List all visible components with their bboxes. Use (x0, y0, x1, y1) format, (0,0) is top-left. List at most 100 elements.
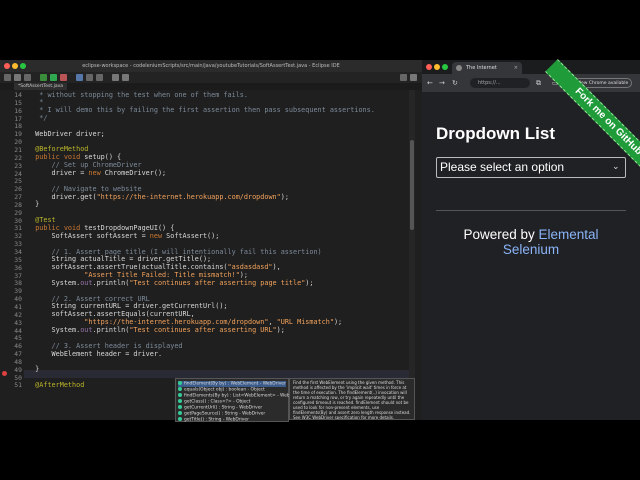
forward-arrow-icon[interactable]: → (439, 79, 445, 87)
eclipse-title-bar: eclipse-workspace - codeleniumScripts/sr… (0, 60, 422, 72)
minimize-window-button[interactable] (12, 63, 18, 69)
close-tab-icon[interactable]: × (514, 62, 518, 74)
close-window-button[interactable] (426, 64, 432, 70)
code-line[interactable]: // Set up ChromeDriver (27, 161, 142, 169)
favicon-icon (456, 65, 462, 71)
code-line[interactable]: */ (27, 114, 47, 122)
code-line[interactable]: driver.get("https://the-internet.herokua… (27, 193, 289, 201)
address-bar[interactable]: https://... (470, 78, 530, 88)
line-number: 48 (14, 357, 22, 366)
code-line[interactable]: WebElement header = driver. (27, 350, 163, 358)
code-line[interactable]: softAssert.assertTrue(actualTitle.contai… (27, 263, 281, 271)
line-number: 47 (14, 350, 22, 359)
line-number: 50 (14, 373, 22, 382)
code-line[interactable]: public void setup() { (27, 153, 121, 161)
line-number: 37 (14, 271, 22, 280)
line-number: 41 (14, 302, 22, 311)
code-line[interactable]: // Navigate to website (27, 185, 142, 193)
line-number: 33 (14, 240, 22, 249)
forward-arrow-icon[interactable] (122, 74, 129, 81)
editor-scrollbar-thumb[interactable] (410, 140, 414, 230)
public-method-icon (178, 411, 182, 415)
code-line[interactable]: String actualTitle = driver.getTitle(); (27, 255, 212, 263)
line-number: 34 (14, 248, 22, 256)
open-type-icon[interactable] (86, 74, 93, 81)
save-icon[interactable] (14, 74, 21, 81)
close-window-button[interactable] (4, 63, 10, 69)
code-line[interactable]: // 3. Assert header is displayed (27, 342, 183, 350)
new-file-icon[interactable] (4, 74, 11, 81)
line-number: 26 (14, 185, 22, 194)
line-number: 39 (14, 287, 22, 296)
code-line[interactable]: String currentURL = driver.getCurrentUrl… (27, 302, 228, 310)
search-icon[interactable] (96, 74, 103, 81)
code-line[interactable]: // 1. Assert page title (I will intentio… (27, 248, 322, 256)
line-number: 27 (14, 193, 22, 202)
reload-icon[interactable]: ↻ (452, 79, 458, 87)
perspective-icon[interactable] (400, 74, 407, 81)
maximize-window-button[interactable] (442, 64, 448, 70)
chevron-down-icon[interactable]: ⌄ (612, 161, 620, 173)
code-line[interactable]: * without stopping the test when one of … (27, 91, 248, 99)
line-number: 21 (14, 145, 22, 154)
run-icon[interactable] (50, 74, 57, 81)
stop-icon[interactable] (60, 74, 67, 81)
powered-by-text: Powered by (463, 227, 535, 242)
line-number: 24 (14, 169, 22, 178)
footer: Powered by Elemental Selenium (436, 227, 626, 257)
new-class-icon[interactable] (76, 74, 83, 81)
print-icon[interactable] (24, 74, 31, 81)
window-title: eclipse-workspace - codeleniumScripts/sr… (82, 63, 340, 69)
divider (436, 210, 626, 211)
public-method-icon (178, 393, 182, 397)
code-line[interactable]: } (27, 200, 39, 208)
autocomplete-list[interactable]: findElement(By by) : WebElement - WebDri… (175, 378, 303, 423)
maximize-window-button[interactable] (20, 63, 26, 69)
debug-icon[interactable] (40, 74, 47, 81)
code-line[interactable]: "https://the-internet.herokuapp.com/drop… (27, 318, 342, 326)
back-arrow-icon[interactable] (112, 74, 119, 81)
line-number: 31 (14, 224, 22, 233)
code-line[interactable]: @BeforeMethod (27, 145, 88, 153)
code-line[interactable]: softAssert.assertEquals(currentURL, (27, 310, 195, 318)
line-number: 20 (14, 138, 22, 147)
code-line[interactable]: System.out.println("Test continues after… (27, 279, 314, 287)
line-number: 49 (14, 365, 22, 374)
line-number: 45 (14, 334, 22, 343)
line-number: 19 (14, 130, 22, 139)
back-arrow-icon[interactable]: ← (427, 79, 433, 87)
error-marker-icon[interactable] (2, 371, 7, 376)
code-line[interactable]: * (27, 98, 43, 106)
autocomplete-item[interactable]: getTitle() : String - WebDriver (178, 417, 249, 423)
line-number: 36 (14, 263, 22, 272)
line-number: 14 (14, 91, 22, 99)
code-line[interactable]: * I will demo this by failing the first … (27, 106, 375, 114)
public-method-icon (178, 387, 182, 391)
line-number: 15 (14, 98, 22, 107)
line-number: 16 (14, 106, 22, 115)
page-heading: Dropdown List (436, 124, 555, 143)
code-line[interactable]: System.out.println("Test continues after… (27, 326, 285, 334)
code-line[interactable]: @AfterMethod (27, 381, 84, 389)
chrome-tab[interactable]: The Internet × (452, 62, 522, 74)
code-line[interactable]: SoftAssert softAssert = new SoftAssert()… (27, 232, 220, 240)
line-number: 43 (14, 318, 22, 327)
line-number: 46 (14, 342, 22, 351)
extensions-icon[interactable]: ⧉ (536, 79, 541, 87)
line-number: 29 (14, 208, 22, 217)
java-perspective-icon[interactable] (410, 74, 417, 81)
code-line[interactable]: @Test (27, 216, 55, 224)
minimize-window-button[interactable] (434, 64, 440, 70)
public-method-icon (178, 399, 182, 403)
editor-tab[interactable]: *SoftAssertTest.java (14, 83, 67, 90)
code-line[interactable]: "Assert Title Failed: Title mismatch!"); (27, 271, 248, 279)
code-line[interactable]: WebDriver driver; (27, 130, 105, 138)
line-number: 22 (14, 153, 22, 162)
line-number: 30 (14, 216, 22, 225)
code-line[interactable]: public void testDropdownPageUI() { (27, 224, 174, 232)
code-line[interactable]: driver = new ChromeDriver(); (27, 169, 167, 177)
code-line[interactable]: } (27, 365, 39, 373)
code-line[interactable]: // 2. Assert correct URL (27, 295, 150, 303)
line-number: 18 (14, 122, 22, 131)
dropdown-select[interactable]: Please select an option (436, 157, 626, 178)
